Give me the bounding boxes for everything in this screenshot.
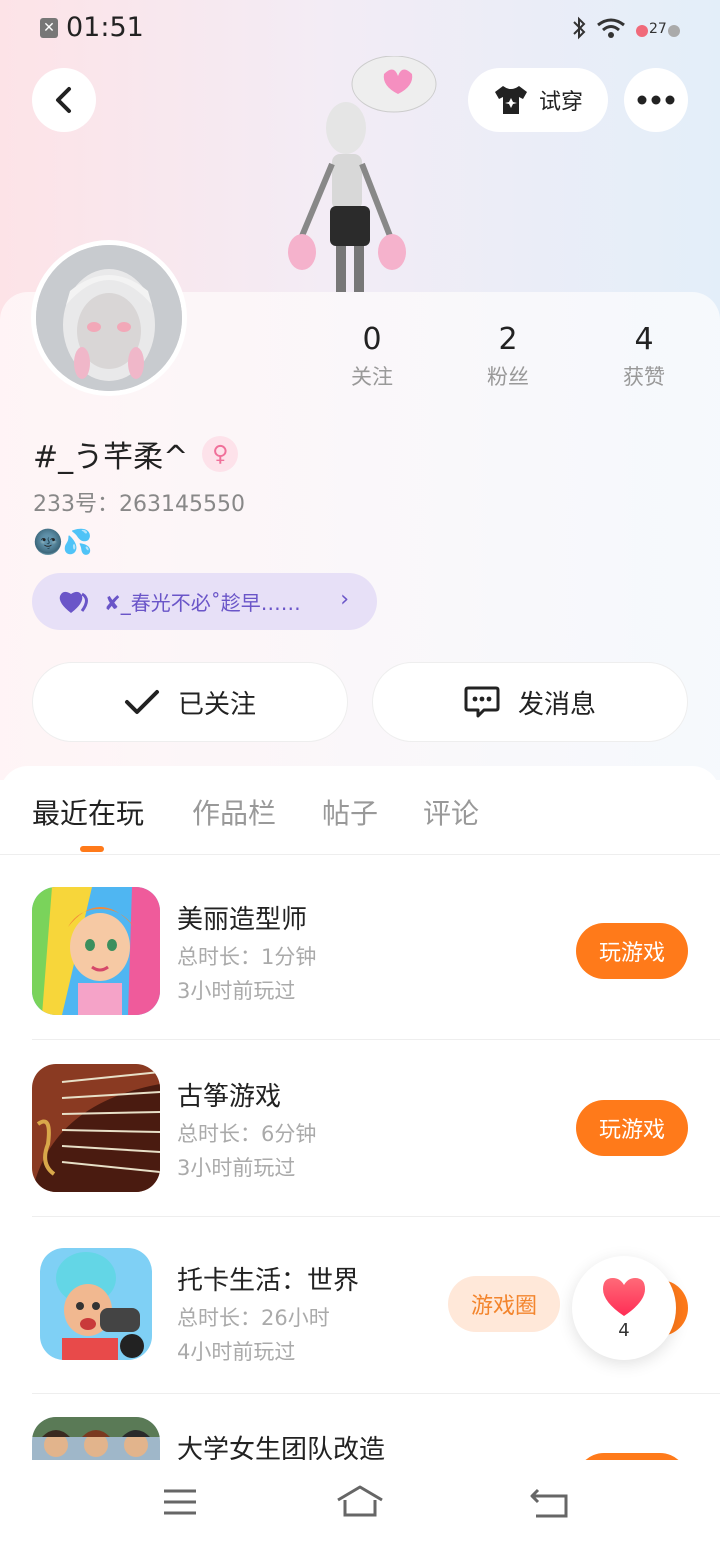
heart-link-icon <box>59 591 88 613</box>
check-icon <box>124 690 159 714</box>
game-last-played: 4小时前玩过 <box>177 1340 296 1364</box>
more-button[interactable] <box>624 68 688 132</box>
send-message-label: 发消息 <box>517 689 596 720</box>
back-nav-icon[interactable] <box>530 1486 570 1518</box>
bluetooth-icon <box>572 16 586 44</box>
game-duration: 总时长：6分钟 <box>177 1122 317 1146</box>
game-icon-beauty-stylist <box>32 887 160 1015</box>
followers-count: 2 <box>498 322 518 357</box>
tab-posts[interactable]: 帖子 <box>322 792 378 832</box>
following-label: 关注 <box>351 365 393 389</box>
followed-button[interactable]: 已关注 <box>32 662 348 742</box>
avatar[interactable] <box>31 240 187 396</box>
more-dots-icon <box>637 95 675 105</box>
chat-bubble-icon <box>464 686 500 718</box>
game-name: 美丽造型师 <box>177 905 308 935</box>
floating-like-button[interactable]: 4 <box>572 1256 676 1360</box>
game-icon-guzheng <box>32 1064 160 1192</box>
female-icon: ♀ <box>202 436 239 472</box>
system-navigation-bar <box>0 1460 720 1544</box>
likes-count: 4 <box>634 322 654 357</box>
game-name: 托卡生活：世界 <box>177 1266 360 1296</box>
chevron-left-icon <box>56 87 71 113</box>
followed-label: 已关注 <box>177 689 256 720</box>
play-game-button-partial[interactable] <box>576 1453 688 1460</box>
game-last-played: 3小时前玩过 <box>177 979 296 1003</box>
battery-icon: 27 <box>636 20 680 40</box>
game-duration: 总时长：1分钟 <box>177 945 317 969</box>
user-id: 233号：263145550 <box>33 492 245 517</box>
game-circle-button[interactable]: 游戏圈 <box>448 1276 560 1332</box>
like-count: 4 <box>618 1319 630 1341</box>
followers-label: 粉丝 <box>487 365 529 389</box>
relationship-tag-text: ✘_春光不必˚趁早…… <box>104 591 301 615</box>
game-name: 大学女生团队改造 <box>177 1435 386 1460</box>
play-game-button[interactable]: 玩游戏 <box>576 1100 688 1156</box>
heart-icon <box>603 1277 645 1316</box>
chevron-right-icon: › <box>340 587 349 612</box>
stat-followers[interactable]: 2 粉丝 <box>448 322 568 391</box>
following-count: 0 <box>362 322 382 357</box>
status-time: 01:51 <box>66 12 144 43</box>
wifi-icon <box>596 17 626 43</box>
list-item[interactable]: 美丽造型师 总时长：1分钟 3小时前玩过 玩游戏 <box>0 855 720 1032</box>
play-game-button[interactable]: 玩游戏 <box>576 923 688 979</box>
active-tab-indicator <box>80 846 104 852</box>
home-icon[interactable] <box>336 1484 384 1518</box>
game-icon-toca-life <box>40 1248 152 1360</box>
game-last-played: 3小时前玩过 <box>177 1156 296 1180</box>
avatar-3d-character <box>280 55 460 292</box>
profile-tabs: 最近在玩 作品栏 帖子 评论 <box>0 766 720 854</box>
game-duration: 总时长：26小时 <box>177 1306 330 1330</box>
send-message-button[interactable]: 发消息 <box>372 662 688 742</box>
tshirt-icon <box>494 86 527 114</box>
likes-label: 获赞 <box>623 365 665 389</box>
back-button[interactable] <box>32 68 96 132</box>
list-item[interactable]: 古筝游戏 总时长：6分钟 3小时前玩过 玩游戏 <box>0 1032 720 1209</box>
game-icon-college-makeover <box>32 1417 160 1460</box>
try-on-button[interactable]: 试穿 <box>468 68 608 132</box>
user-bio-emoji: 🌚💦 <box>33 528 93 556</box>
user-name: #_う芊柔^ <box>33 440 189 475</box>
tab-recently-played[interactable]: 最近在玩 <box>32 792 144 832</box>
try-on-label: 试穿 <box>538 90 583 115</box>
profile-name-row: #_う芊柔^ ♀ <box>33 432 239 476</box>
sim-icon: ✕ <box>40 18 58 38</box>
tab-comments[interactable]: 评论 <box>423 792 479 832</box>
relationship-tag[interactable]: ✘_春光不必˚趁早…… › <box>32 573 377 630</box>
tab-works[interactable]: 作品栏 <box>192 792 276 832</box>
menu-icon[interactable] <box>162 1488 198 1516</box>
status-bar: ✕ 01:51 27 <box>0 0 720 58</box>
list-item[interactable]: 大学女生团队改造 <box>0 1385 720 1460</box>
game-name: 古筝游戏 <box>177 1082 282 1112</box>
stat-likes[interactable]: 4 获赞 <box>584 322 704 391</box>
stat-following[interactable]: 0 关注 <box>312 322 432 391</box>
